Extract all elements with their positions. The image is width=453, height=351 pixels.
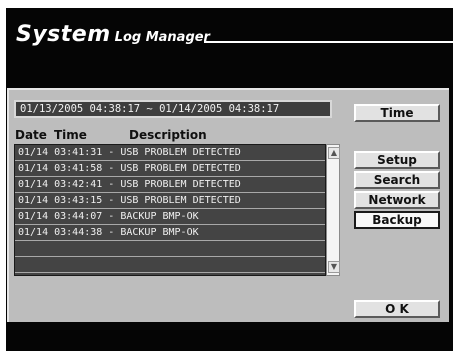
search-button[interactable]: Search (354, 171, 440, 189)
log-row[interactable]: 01/14 03:44:07 - BACKUP BMP-OK (15, 209, 325, 225)
network-button[interactable]: Network (354, 191, 440, 209)
log-list[interactable]: 01/14 03:41:31 - USB PROBLEM DETECTED 01… (14, 144, 326, 276)
log-row[interactable] (15, 241, 325, 257)
log-row[interactable]: 01/14 03:41:58 - USB PROBLEM DETECTED (15, 161, 325, 177)
header-description: Description (129, 128, 207, 142)
ok-button[interactable]: O K (354, 300, 440, 318)
scroll-down-arrow-icon[interactable]: ▼ (328, 261, 340, 273)
log-row[interactable]: 01/14 03:44:38 - BACKUP BMP-OK (15, 225, 325, 241)
log-scrollbar[interactable]: ▲ ▼ (326, 144, 340, 276)
log-row[interactable] (15, 257, 325, 273)
window-title: System Log Manager (16, 22, 210, 47)
bottom-bar (7, 322, 447, 343)
log-row[interactable]: 01/14 03:42:41 - USB PROBLEM DETECTED (15, 177, 325, 193)
log-row[interactable]: 01/14 03:43:15 - USB PROBLEM DETECTED (15, 193, 325, 209)
date-range-display[interactable]: 01/13/2005 04:38:17 ~ 01/14/2005 04:38:1… (14, 100, 332, 118)
title-main: System (16, 22, 111, 47)
header-time: Time (54, 128, 87, 142)
title-underline (204, 41, 453, 43)
title-sub: Log Manager (114, 30, 210, 45)
setup-button[interactable]: Setup (354, 151, 440, 169)
time-button[interactable]: Time (354, 104, 440, 122)
log-row[interactable]: 01/14 03:41:31 - USB PROBLEM DETECTED (15, 145, 325, 161)
scroll-up-arrow-icon[interactable]: ▲ (328, 147, 340, 159)
header-date: Date (15, 128, 47, 142)
backup-button[interactable]: Backup (354, 211, 440, 229)
